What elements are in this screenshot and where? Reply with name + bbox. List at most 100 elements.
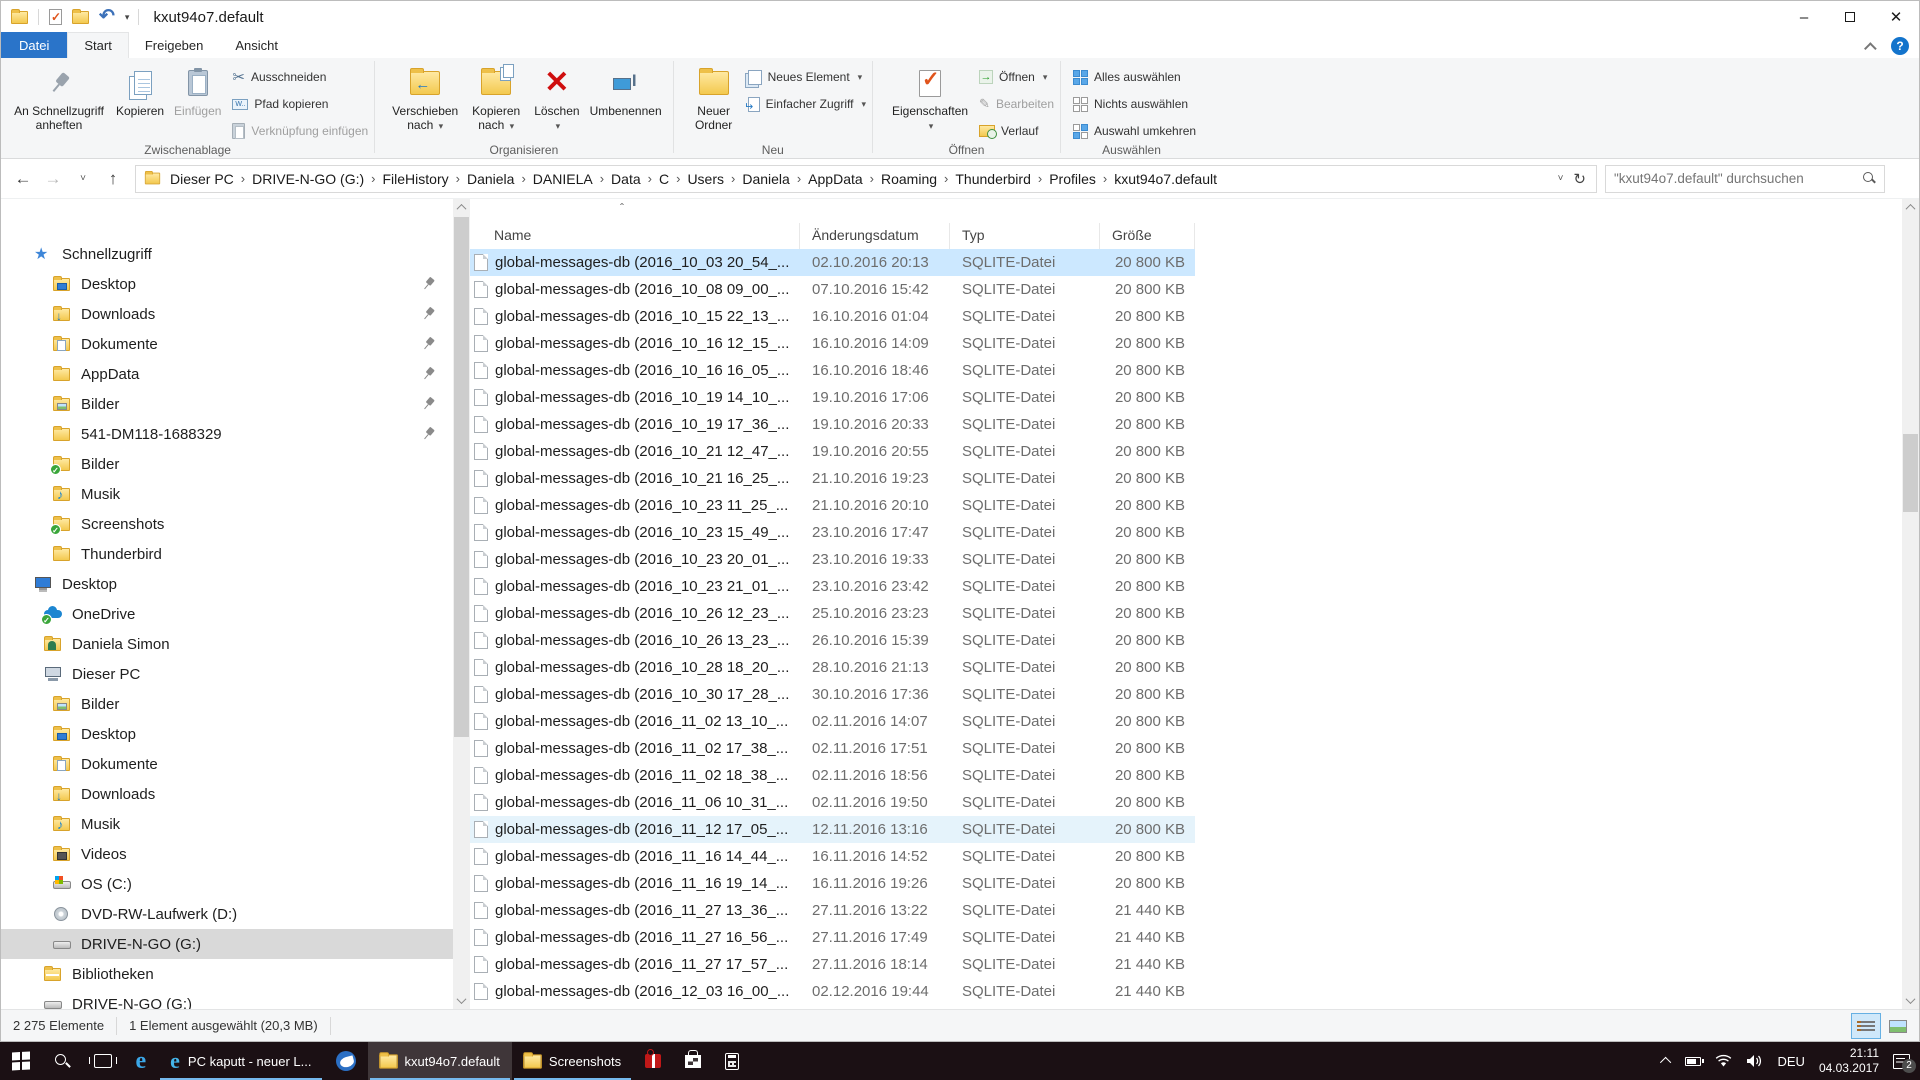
breadcrumb-segment[interactable]: Profiles (1044, 167, 1101, 191)
delete-button[interactable]: ✕ Löschen▾ (529, 62, 584, 135)
table-row[interactable]: global-messages-db (2016_10_16 12_15_...… (470, 330, 1195, 357)
sidebar-item-screenshots[interactable]: ✓Screenshots (1, 509, 453, 539)
breadcrumb-separator-icon[interactable]: › (646, 171, 654, 186)
sidebar-item-os-c[interactable]: OS (C:) (1, 869, 453, 899)
taskbar-calculator-button[interactable] (713, 1042, 751, 1080)
table-row[interactable]: global-messages-db (2016_11_16 14_44_...… (470, 843, 1195, 870)
tab-file[interactable]: Datei (1, 32, 67, 58)
easy-access-button[interactable]: Einfacher Zugriff▾ (748, 93, 866, 115)
column-header-size[interactable]: Größe (1100, 223, 1195, 249)
sidebar-item-dokumente[interactable]: Dokumente (1, 329, 453, 359)
volume-icon[interactable] (1746, 1054, 1763, 1068)
edit-button[interactable]: ✎Bearbeiten (979, 93, 1054, 115)
back-button[interactable]: ← (9, 165, 37, 193)
help-button[interactable]: ? (1891, 37, 1909, 55)
move-to-button[interactable]: ← Verschieben nach ▾ (387, 62, 463, 135)
table-row[interactable]: global-messages-db (2016_10_23 15_49_...… (470, 519, 1195, 546)
tab-share[interactable]: Freigeben (129, 32, 220, 58)
copy-button[interactable]: Kopieren (111, 62, 169, 120)
customize-toolbar-chevron-icon[interactable]: ▾ (125, 12, 129, 23)
language-indicator[interactable]: DEU (1777, 1054, 1804, 1069)
breadcrumb-separator-icon[interactable]: › (1036, 171, 1044, 186)
breadcrumb-separator-icon[interactable]: › (454, 171, 462, 186)
scrollbar-thumb[interactable] (454, 217, 469, 737)
table-row[interactable]: global-messages-db (2016_11_02 13_10_...… (470, 708, 1195, 735)
forward-button[interactable]: → (39, 165, 67, 193)
sidebar-item-dvd-rw-laufwerk-d[interactable]: DVD-RW-Laufwerk (D:) (1, 899, 453, 929)
maximize-button[interactable] (1827, 1, 1873, 33)
breadcrumb-segment[interactable]: DANIELA (528, 167, 598, 191)
breadcrumb-separator-icon[interactable]: › (674, 171, 682, 186)
address-dropdown-chevron-icon[interactable]: ˅ (1558, 173, 1564, 184)
search-icon[interactable] (1863, 172, 1876, 185)
table-row[interactable]: global-messages-db (2016_10_19 17_36_...… (470, 411, 1195, 438)
table-row[interactable]: global-messages-db (2016_10_23 20_01_...… (470, 546, 1195, 573)
table-row[interactable]: global-messages-db (2016_10_23 11_25_...… (470, 492, 1195, 519)
breadcrumb-separator-icon[interactable]: › (369, 171, 377, 186)
sort-ascending-icon[interactable]: ˆ (620, 201, 624, 215)
breadcrumb-segment[interactable]: FileHistory (377, 167, 453, 191)
breadcrumb-segment[interactable]: Roaming (876, 167, 942, 191)
table-row[interactable]: global-messages-db (2016_10_16 16_05_...… (470, 357, 1195, 384)
properties-icon[interactable] (49, 9, 62, 25)
battery-icon[interactable] (1685, 1057, 1701, 1066)
sidebar-item-bilder[interactable]: ✓Bilder (1, 449, 453, 479)
taskbar-explorer-kxut94o7-button[interactable]: kxut94o7.default (368, 1042, 512, 1080)
breadcrumb-separator-icon[interactable]: › (729, 171, 737, 186)
column-header-name[interactable]: Name (470, 223, 800, 249)
sidebar-item-schnellzugriff[interactable]: ★Schnellzugriff (1, 239, 453, 269)
select-all-button[interactable]: Alles auswählen (1073, 66, 1196, 88)
properties-button[interactable]: Eigenschaften▾ (887, 62, 973, 135)
table-row[interactable]: global-messages-db (2016_11_02 17_38_...… (470, 735, 1195, 762)
table-row[interactable]: global-messages-db (2016_11_27 13_36_...… (470, 897, 1195, 924)
sidebar-item-desktop[interactable]: Desktop (1, 719, 453, 749)
open-button[interactable]: →Öffnen▾ (979, 66, 1054, 88)
taskbar-gift-app-button[interactable] (633, 1042, 673, 1080)
new-item-button[interactable]: Neues Element▾ (748, 66, 866, 88)
table-row[interactable]: global-messages-db (2016_11_12 17_05_...… (470, 816, 1195, 843)
breadcrumb-separator-icon[interactable]: › (942, 171, 950, 186)
sidebar-item-musik[interactable]: ♪Musik (1, 479, 453, 509)
list-scrollbar[interactable] (1902, 199, 1919, 1009)
taskbar-search-button[interactable] (42, 1042, 82, 1080)
column-header-type[interactable]: Typ (950, 223, 1100, 249)
breadcrumb-separator-icon[interactable]: › (1101, 171, 1109, 186)
pin-to-quick-access-button[interactable]: An Schnellzugriff anheften (7, 62, 111, 134)
clock[interactable]: 21:11 04.03.2017 (1819, 1046, 1879, 1076)
table-row[interactable]: global-messages-db (2016_11_16 19_14_...… (470, 870, 1195, 897)
search-input[interactable] (1614, 171, 1863, 186)
column-header-date[interactable]: Änderungsdatum (800, 223, 950, 249)
paste-button[interactable]: Einfügen (169, 62, 226, 120)
table-row[interactable]: global-messages-db (2016_11_27 16_56_...… (470, 924, 1195, 951)
breadcrumb-segment[interactable]: Dieser PC (165, 167, 239, 191)
sidebar-item-dieser-pc[interactable]: Dieser PC (1, 659, 453, 689)
table-row[interactable]: global-messages-db (2016_10_15 22_13_...… (470, 303, 1195, 330)
breadcrumb-segment[interactable]: Thunderbird (950, 167, 1036, 191)
breadcrumb-segment[interactable]: AppData (803, 167, 867, 191)
taskbar-internet-explorer-button[interactable]: e PC kaputt - neuer L... (158, 1042, 323, 1080)
breadcrumb-segment[interactable]: C (654, 167, 674, 191)
sidebar-item-drive-n-go-g[interactable]: DRIVE-N-GO (G:) (1, 929, 453, 959)
table-row[interactable]: global-messages-db (2016_10_19 14_10_...… (470, 384, 1195, 411)
invert-selection-button[interactable]: Auswahl umkehren (1073, 120, 1196, 142)
breadcrumb-segment[interactable]: Daniela (737, 167, 794, 191)
sidebar-item-bilder[interactable]: Bilder (1, 389, 453, 419)
table-row[interactable]: global-messages-db (2016_10_21 12_47_...… (470, 438, 1195, 465)
scroll-down-icon[interactable] (1902, 992, 1919, 1009)
table-row[interactable]: global-messages-db (2016_10_30 17_28_...… (470, 681, 1195, 708)
breadcrumb-separator-icon[interactable]: › (519, 171, 527, 186)
table-row[interactable]: global-messages-db (2016_10_08 09_00_...… (470, 276, 1195, 303)
collapse-ribbon-icon[interactable] (1864, 42, 1877, 55)
sidebar-item-desktop[interactable]: Desktop (1, 569, 453, 599)
sidebar-item-downloads[interactable]: ↓Downloads (1, 779, 453, 809)
minimize-button[interactable]: – (1781, 1, 1827, 33)
recent-locations-chevron-icon[interactable]: ˅ (69, 165, 97, 193)
breadcrumb-segment[interactable]: Users (682, 167, 729, 191)
table-row[interactable]: global-messages-db (2016_10_26 12_23_...… (470, 600, 1195, 627)
show-hidden-icons-chevron-icon[interactable] (1660, 1057, 1671, 1068)
table-row[interactable]: global-messages-db (2016_10_21 16_25_...… (470, 465, 1195, 492)
breadcrumb-segment[interactable]: Data (606, 167, 646, 191)
breadcrumb-segment[interactable]: kxut94o7.default (1109, 167, 1222, 191)
explorer-folder-icon[interactable] (11, 11, 28, 24)
sidebar-item-thunderbird[interactable]: Thunderbird (1, 539, 453, 569)
